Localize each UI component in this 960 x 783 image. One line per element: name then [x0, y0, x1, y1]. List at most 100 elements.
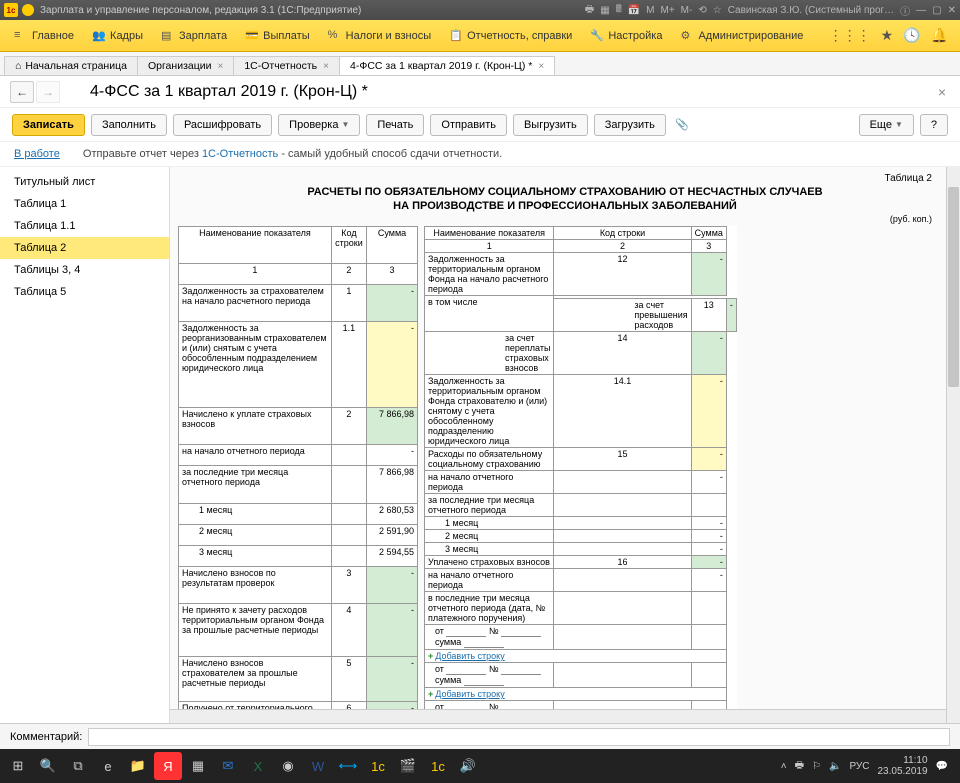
sidebar-item-t2[interactable]: Таблица 2 — [0, 237, 169, 259]
yandex-icon[interactable]: Я — [154, 752, 182, 780]
add-row-link[interactable]: Добавить строку — [435, 689, 504, 699]
menu-settings[interactable]: 🔧Настройка — [582, 25, 670, 47]
more-button[interactable]: Еще▼ — [859, 114, 914, 136]
nav-back-button[interactable]: ← — [10, 81, 34, 103]
window-titlebar: 1c Зарплата и управление персоналом, ред… — [0, 0, 960, 20]
report-icon: 📋 — [449, 29, 463, 43]
fill-button[interactable]: Заполнить — [91, 114, 167, 136]
tab-reporting[interactable]: 1С-Отчетность× — [233, 56, 340, 75]
check-button[interactable]: Проверка▼ — [278, 114, 360, 136]
send-button[interactable]: Отправить — [430, 114, 507, 136]
word-icon[interactable]: W — [304, 752, 332, 780]
sheet-icon[interactable]: ▦ — [600, 5, 609, 16]
sum-input[interactable] — [464, 637, 504, 648]
sound-icon[interactable]: 🔊 — [454, 752, 482, 780]
doc-title-1: РАСЧЕТЫ ПО ОБЯЗАТЕЛЬНОМУ СОЦИАЛЬНОМУ СТР… — [178, 186, 952, 198]
menu-main[interactable]: ≡Главное — [6, 25, 82, 47]
horizontal-scrollbar[interactable] — [170, 709, 946, 723]
sidebar-item-t34[interactable]: Таблицы 3, 4 — [0, 259, 169, 281]
sidebar-item-t5[interactable]: Таблица 5 — [0, 281, 169, 303]
add-row-link[interactable]: Добавить строку — [435, 651, 504, 661]
chrome-icon[interactable]: ◉ — [274, 752, 302, 780]
taskview-icon[interactable]: ⧉ — [64, 752, 92, 780]
sum-input[interactable] — [464, 675, 504, 686]
attach-button[interactable]: 📎 — [672, 115, 692, 135]
tab-4fss[interactable]: 4-ФСС за 1 квартал 2019 г. (Крон-Ц) *× — [339, 56, 555, 75]
mplus-icon[interactable]: M+ — [661, 5, 675, 16]
teamviewer-icon[interactable]: ⟷ — [334, 752, 362, 780]
m-icon[interactable]: M — [646, 5, 654, 16]
upload-button[interactable]: Выгрузить — [513, 114, 588, 136]
menu-taxes[interactable]: %Налоги и взносы — [320, 25, 440, 47]
1c-icon-2[interactable]: 1c — [424, 752, 452, 780]
excel-icon[interactable]: X — [244, 752, 272, 780]
fav-icon[interactable]: ☆ — [713, 5, 722, 16]
print-button[interactable]: Печать — [366, 114, 424, 136]
tray-printer-icon[interactable]: 🖶 — [795, 758, 804, 775]
maximize-icon[interactable]: ▢ — [932, 5, 941, 16]
num-input[interactable] — [501, 664, 541, 675]
app-menu-dropdown[interactable] — [22, 4, 34, 16]
explorer-icon[interactable]: 📁 — [124, 752, 152, 780]
tray-up-icon[interactable]: ˄ — [781, 761, 787, 772]
tray-sound-icon[interactable]: 🔈 — [829, 761, 841, 772]
edge-icon[interactable]: e — [94, 752, 122, 780]
tray-notif-icon[interactable]: 💬 — [936, 761, 948, 772]
decode-button[interactable]: Расшифровать — [173, 114, 272, 136]
bell-icon[interactable]: 🔔 — [931, 27, 948, 44]
app-icon[interactable]: ▦ — [184, 752, 212, 780]
load-button[interactable]: Загрузить — [594, 114, 666, 136]
sidebar-item-t11[interactable]: Таблица 1.1 — [0, 215, 169, 237]
right-table: Наименование показателяКод строкиСумма 1… — [424, 226, 737, 723]
apps-icon[interactable]: ⋮⋮⋮ — [829, 27, 871, 44]
help-button[interactable]: ? — [920, 114, 948, 136]
currency-label: (руб. коп.) — [178, 214, 952, 224]
nav-forward-button[interactable]: → — [36, 81, 60, 103]
vertical-scrollbar[interactable] — [946, 167, 960, 723]
1c-icon[interactable]: 1c — [364, 752, 392, 780]
tab-orgs[interactable]: Организации× — [137, 56, 234, 75]
page-close-button[interactable]: × — [934, 80, 950, 104]
tray-flag-icon[interactable]: ⚐ — [812, 761, 821, 772]
report-content: Таблица 2 РАСЧЕТЫ ПО ОБЯЗАТЕЛЬНОМУ СОЦИА… — [170, 167, 960, 723]
people-icon: 👥 — [92, 29, 106, 43]
outlook-icon[interactable]: ✉ — [214, 752, 242, 780]
date-input[interactable] — [446, 626, 486, 637]
sidebar-item-t1[interactable]: Таблица 1 — [0, 193, 169, 215]
menu-personnel[interactable]: 👥Кадры — [84, 25, 151, 47]
print-icon[interactable]: 🖶 — [585, 2, 594, 19]
search-icon[interactable]: 🔍 — [34, 752, 62, 780]
tab-start[interactable]: ⌂Начальная страница — [4, 56, 138, 75]
close-icon[interactable]: × — [538, 61, 544, 72]
calendar-icon[interactable]: 📅 — [628, 5, 640, 16]
status-link[interactable]: В работе — [14, 148, 60, 160]
plus-icon: + — [428, 689, 433, 699]
close-icon[interactable]: × — [323, 61, 329, 72]
view-tabs: ⌂Начальная страница Организации× 1С-Отче… — [0, 52, 960, 76]
doc-title-2: НА ПРОИЗВОДСТВЕ И ПРОФЕССИОНАЛЬНЫХ ЗАБОЛ… — [178, 200, 952, 212]
star-icon[interactable]: ★ — [881, 27, 894, 44]
comment-input[interactable] — [88, 728, 950, 746]
date-input[interactable] — [446, 664, 486, 675]
history-icon[interactable]: 🕓 — [903, 27, 920, 44]
num-input[interactable] — [501, 626, 541, 637]
menu-salary[interactable]: ▤Зарплата — [153, 25, 235, 47]
close-icon[interactable]: × — [217, 61, 223, 72]
minimize-icon[interactable]: — — [916, 5, 926, 16]
info-icon[interactable]: ⓘ — [900, 3, 910, 18]
write-button[interactable]: Записать — [12, 114, 85, 136]
tray-clock[interactable]: 11:10 23.05.2019 — [877, 755, 927, 777]
menu-payments[interactable]: 💳Выплаты — [237, 25, 317, 47]
mminus-icon[interactable]: M- — [681, 5, 693, 16]
1c-reporting-link[interactable]: 1С-Отчетность — [202, 148, 278, 160]
menu-reports[interactable]: 📋Отчетность, справки — [441, 25, 580, 47]
sidebar-item-title[interactable]: Титульный лист — [0, 171, 169, 193]
close-icon[interactable]: ✕ — [948, 5, 956, 16]
back-icon[interactable]: ⟲ — [698, 5, 706, 16]
start-button[interactable]: ⊞ — [4, 752, 32, 780]
calc-icon[interactable]: 🖩 — [616, 2, 622, 19]
clapper-icon[interactable]: 🎬 — [394, 752, 422, 780]
page-title: 4-ФСС за 1 квартал 2019 г. (Крон-Ц) * — [90, 83, 934, 101]
tray-lang[interactable]: РУС — [849, 761, 869, 772]
menu-admin[interactable]: ⚙Администрирование — [672, 25, 811, 47]
